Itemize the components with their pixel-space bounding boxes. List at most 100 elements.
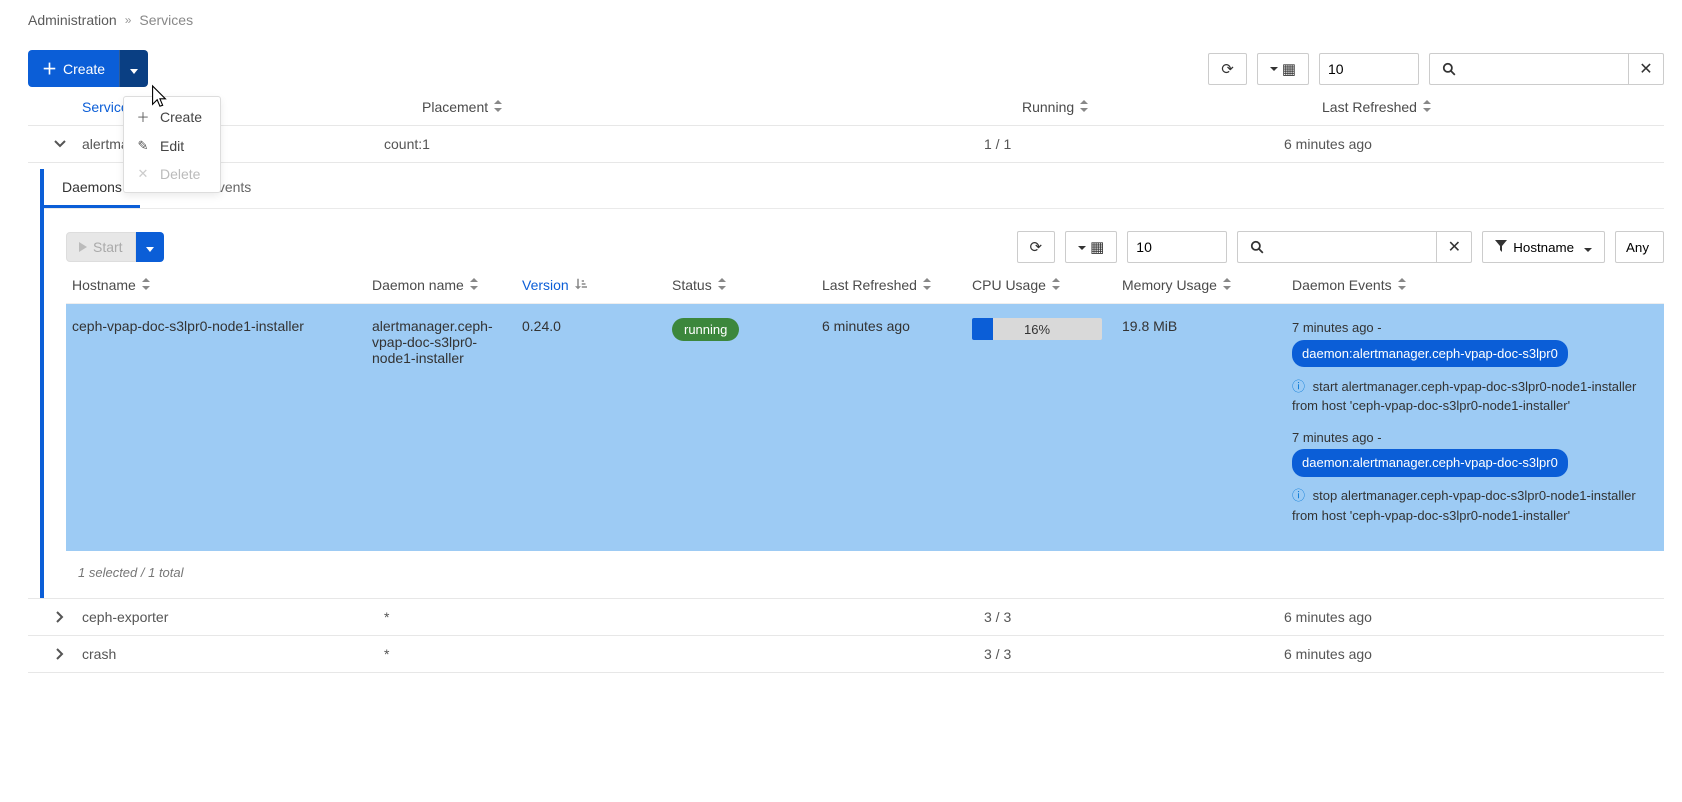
- daemon-status: running: [666, 318, 816, 537]
- page-size-input[interactable]: [1319, 53, 1419, 85]
- sort-icon: [1223, 277, 1231, 293]
- col-cpu-usage[interactable]: CPU Usage: [966, 277, 1116, 293]
- dropdown-create[interactable]: ＋ Create: [124, 101, 220, 132]
- refresh-icon: ⟳: [1030, 238, 1043, 256]
- search-icon: [1429, 53, 1468, 85]
- col-last-refreshed[interactable]: Last Refreshed: [1314, 89, 1664, 125]
- service-row[interactable]: crash * 3 / 3 6 minutes ago: [28, 636, 1664, 673]
- daemons-search-group: ✕: [1237, 231, 1472, 263]
- create-dropdown-menu: ＋ Create ✎ Edit ✕ Delete: [123, 96, 221, 193]
- columns-button[interactable]: ▦: [1257, 53, 1309, 85]
- grid-icon: ▦: [1282, 60, 1296, 78]
- chevron-right-icon[interactable]: [52, 609, 68, 625]
- expanded-panel: Daemons Service Events Start: [40, 169, 1664, 598]
- event-chip: daemon:alertmanager.ceph-vpap-doc-s3lpr0: [1292, 340, 1568, 368]
- col-daemon-name[interactable]: Daemon name: [366, 277, 516, 293]
- info-icon: ⓘ: [1292, 488, 1305, 503]
- col-status[interactable]: Status: [666, 277, 816, 293]
- service-running: 3 / 3: [976, 644, 1276, 664]
- refresh-button[interactable]: ⟳: [1208, 53, 1247, 85]
- daemon-name: alertmanager.ceph-vpap-doc-s3lpr0-node1-…: [366, 318, 516, 537]
- caret-down-icon: [130, 61, 138, 77]
- service-row[interactable]: alertman count:1 1 / 1 6 minutes ago: [28, 126, 1664, 163]
- daemon-version: 0.24.0: [516, 318, 666, 537]
- breadcrumb-admin[interactable]: Administration: [28, 12, 117, 28]
- service-refreshed: 6 minutes ago: [1276, 644, 1656, 664]
- daemons-page-size-input[interactable]: [1127, 231, 1227, 263]
- event-desc: ⓘ start alertmanager.ceph-vpap-doc-s3lpr…: [1292, 377, 1658, 416]
- event-desc: ⓘ stop alertmanager.ceph-vpap-doc-s3lpr0…: [1292, 486, 1658, 525]
- breadcrumb-sep-icon: »: [125, 13, 132, 27]
- col-daemon-events[interactable]: Daemon Events: [1286, 277, 1664, 293]
- breadcrumb-current: Services: [139, 12, 193, 28]
- col-memory-usage[interactable]: Memory Usage: [1116, 277, 1286, 293]
- search-input[interactable]: [1468, 53, 1628, 85]
- dropdown-edit[interactable]: ✎ Edit: [124, 132, 220, 160]
- pencil-icon: ✎: [136, 138, 150, 154]
- caret-down-icon: [1270, 60, 1282, 77]
- sort-icon: [1080, 99, 1088, 115]
- daemon-row[interactable]: ceph-vpap-doc-s3lpr0-node1-installer ale…: [66, 304, 1664, 551]
- service-running: 3 / 3: [976, 607, 1276, 627]
- search-icon: [1237, 231, 1276, 263]
- service-name: ceph-exporter: [82, 609, 168, 625]
- hostname-filter-button[interactable]: Hostname: [1482, 231, 1605, 263]
- start-button: Start: [66, 232, 136, 262]
- chevron-down-icon[interactable]: [52, 136, 68, 152]
- play-icon: [79, 242, 87, 252]
- event-chip: daemon:alertmanager.ceph-vpap-doc-s3lpr0: [1292, 449, 1568, 477]
- chevron-right-icon[interactable]: [52, 646, 68, 662]
- daemon-events: 7 minutes ago - daemon:alertmanager.ceph…: [1286, 318, 1664, 537]
- services-header-row: Service Placement Running Last Refreshed: [28, 89, 1664, 126]
- selection-summary: 1 selected / 1 total: [66, 551, 1664, 580]
- cpu-bar: 16%: [972, 318, 1102, 340]
- create-button[interactable]: ＋ Create: [28, 50, 119, 87]
- daemons-columns-button[interactable]: ▦: [1065, 231, 1117, 263]
- daemon-hostname: ceph-vpap-doc-s3lpr0-node1-installer: [66, 318, 366, 537]
- service-row[interactable]: ceph-exporter * 3 / 3 6 minutes ago: [28, 598, 1664, 636]
- service-placement: *: [376, 644, 976, 664]
- info-icon: ⓘ: [1292, 379, 1305, 394]
- close-icon: ✕: [1639, 59, 1652, 79]
- sort-icon: [1052, 277, 1060, 293]
- caret-down-icon: [146, 240, 154, 255]
- sort-asc-icon: [575, 277, 587, 293]
- close-icon: ✕: [1448, 237, 1461, 257]
- status-badge: running: [672, 318, 739, 341]
- create-button-group: ＋ Create: [28, 50, 148, 87]
- grid-icon: ▦: [1090, 238, 1104, 256]
- plus-icon: ＋: [136, 107, 150, 126]
- daemons-search-clear[interactable]: ✕: [1436, 231, 1472, 263]
- tabs: Daemons Service Events: [44, 169, 1664, 209]
- service-name: crash: [82, 646, 116, 662]
- dropdown-delete: ✕ Delete: [124, 160, 220, 188]
- col-version[interactable]: Version: [516, 277, 666, 293]
- close-icon: ✕: [136, 166, 150, 182]
- sort-icon: [1423, 99, 1431, 115]
- sort-icon: [1398, 277, 1406, 293]
- sort-icon: [470, 277, 478, 293]
- search-clear-button[interactable]: ✕: [1628, 53, 1664, 85]
- daemons-header-row: Hostname Daemon name Version St: [66, 263, 1664, 304]
- col-running[interactable]: Running: [1014, 89, 1314, 125]
- breadcrumb: Administration » Services: [28, 12, 1664, 28]
- event-time: 7 minutes ago -: [1292, 318, 1658, 338]
- sort-icon: [718, 277, 726, 293]
- daemon-refreshed: 6 minutes ago: [816, 318, 966, 537]
- create-dropdown-toggle[interactable]: [119, 50, 148, 87]
- col-placement[interactable]: Placement: [414, 89, 1014, 125]
- cpu-bar-label: 16%: [972, 322, 1102, 337]
- col-hostname[interactable]: Hostname: [66, 277, 366, 293]
- daemons-search-input[interactable]: [1276, 231, 1436, 263]
- daemons-refresh-button[interactable]: ⟳: [1017, 231, 1056, 263]
- caret-down-icon: [1078, 239, 1090, 256]
- service-placement: *: [376, 607, 976, 627]
- service-refreshed: 6 minutes ago: [1276, 607, 1656, 627]
- any-filter-button[interactable]: Any: [1615, 231, 1664, 263]
- sort-icon: [923, 277, 931, 293]
- daemon-mem: 19.8 MiB: [1116, 318, 1286, 537]
- col-last-refreshed[interactable]: Last Refreshed: [816, 277, 966, 293]
- start-dropdown-toggle[interactable]: [136, 232, 164, 262]
- daemon-cpu: 16%: [966, 318, 1116, 537]
- caret-down-icon: [1580, 240, 1592, 255]
